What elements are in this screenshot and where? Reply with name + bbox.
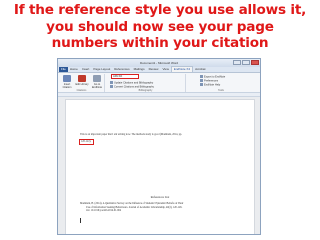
- tab-mailings[interactable]: Mailings: [132, 67, 147, 72]
- go-to-endnote-icon: [93, 75, 101, 82]
- tab-view[interactable]: View: [160, 67, 170, 72]
- edit-library-label: Edit Library: [75, 83, 89, 86]
- maximize-icon[interactable]: [242, 60, 250, 65]
- slide-headline: If the reference style you use allows it…: [0, 2, 320, 52]
- edit-library-button[interactable]: Edit Library: [75, 75, 89, 86]
- window-title: Document1 - Microsoft Word: [139, 61, 179, 65]
- citations-group: Insert Citation Edit Library Go to EndNo…: [59, 74, 105, 92]
- citation-page-numbers: 120-122).: [81, 140, 92, 143]
- headline-line-1: If the reference style you use allows it…: [13, 2, 307, 18]
- insert-citation-icon: [63, 75, 71, 82]
- tab-endnote[interactable]: EndNote X4: [170, 66, 194, 72]
- references-heading: References List: [150, 195, 170, 199]
- tab-references[interactable]: References: [112, 67, 131, 72]
- document-area: This is an important paper that I am wri…: [58, 97, 260, 234]
- word-window-screenshot: Document1 - Microsoft Word File Home Ins…: [57, 58, 261, 235]
- help-row[interactable]: EndNote Help: [200, 83, 220, 87]
- insert-citation-button[interactable]: Insert Citation: [60, 75, 74, 89]
- tab-insert[interactable]: Insert: [80, 67, 92, 72]
- tab-file[interactable]: File: [59, 67, 68, 72]
- body-text: This is an important paper that I am wri…: [80, 133, 183, 136]
- tools-group-label: Tools: [218, 89, 224, 92]
- reference-line-3: doi: 10.1016/j.acalib.2014.01.004: [86, 209, 122, 213]
- reference-entry: Markham, H. (2014). A Qualitative Survey…: [80, 202, 240, 213]
- tab-page-layout[interactable]: Page Layout: [91, 67, 112, 72]
- go-to-endnote-button[interactable]: Go to EndNote: [90, 75, 104, 89]
- help-label: EndNote Help: [204, 83, 221, 87]
- tab-review[interactable]: Review: [147, 67, 161, 72]
- preferences-icon: [200, 79, 203, 82]
- close-icon[interactable]: [251, 60, 259, 65]
- title-bar: Document1 - Microsoft Word: [58, 59, 260, 67]
- ribbon-panel: Insert Citation Edit Library Go to EndNo…: [58, 73, 260, 93]
- endnote-library-icon: [78, 75, 86, 82]
- headline-line-2: you should now see your page: [46, 18, 274, 35]
- citation-highlight: 120-122).: [79, 139, 94, 145]
- tab-home[interactable]: Home: [68, 67, 80, 72]
- update-icon: [110, 81, 113, 84]
- document-page[interactable]: This is an important paper that I am wri…: [65, 99, 255, 234]
- headline-line-3: numbers within your citation: [51, 35, 269, 51]
- style-value: APA 6th: [113, 75, 123, 78]
- export-icon: [200, 75, 203, 78]
- help-icon: [200, 83, 203, 86]
- bibliography-group-label: Bibliography: [138, 89, 153, 92]
- minimize-icon[interactable]: [233, 60, 241, 65]
- tools-group: Export to EndNote Preferences EndNote He…: [198, 74, 244, 92]
- tab-acrobat[interactable]: Acrobat: [193, 67, 207, 72]
- text-cursor: [80, 218, 81, 223]
- style-dropdown-highlighted[interactable]: APA 6th: [111, 74, 139, 79]
- convert-icon: [110, 85, 113, 88]
- citations-group-label: Citations: [76, 89, 87, 92]
